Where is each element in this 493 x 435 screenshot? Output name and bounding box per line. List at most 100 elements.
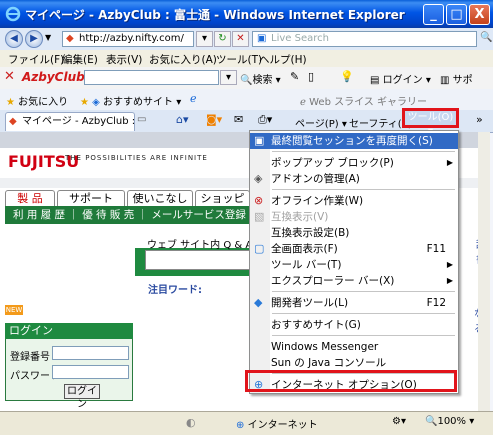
zoom-control[interactable]: 🔍100% ▾ [425,416,474,427]
password-input[interactable] [52,365,129,379]
suggested-sites-button[interactable]: ★ ◈ おすすめサイト ▾ [80,93,181,108]
tools-menu-button[interactable]: ツール(O) ▾ [402,108,459,137]
minimize-button[interactable]: _ [423,4,444,25]
back-button[interactable]: ◀ [5,30,23,48]
azby-search-button[interactable]: 🔍検索 ▾ [240,71,281,86]
site-search-input[interactable] [145,250,250,270]
menu-item[interactable]: Sun の Java コンソール [250,355,458,371]
submenu-arrow-icon: ▶ [446,276,453,285]
menu-item[interactable]: おすすめサイト(G) [250,317,458,333]
search-go-icon[interactable]: 🔍 [478,31,493,47]
menu-item[interactable]: ▧ 互換表示(V) [250,209,458,225]
azby-support-label: サポ [452,75,473,86]
security-dropdown-icon[interactable]: ⚙▾ [392,416,406,427]
live-search-input[interactable]: ▣ Live Search [252,31,477,47]
tab-mypage[interactable]: ◆ マイページ - AzbyClub : ... [5,112,135,131]
maximize-button[interactable]: □ [446,4,467,25]
menu-separator [272,335,455,336]
overflow-chevron-icon[interactable]: » [476,113,483,126]
live-search-icon: ▣ [257,33,267,44]
history-dropdown-icon[interactable]: ▼ [45,33,51,42]
login-icon: ▤ [370,75,380,86]
zoom-icon: 🔍 [425,416,438,427]
rss-icon[interactable]: ◙▾ [206,113,222,126]
star-icon: ★ [6,97,15,108]
ie-page-icon[interactable]: ℯ [190,92,197,105]
nav-tab-support[interactable]: サポート [57,190,125,206]
web-search-tabs[interactable]: ウェブ サイト内 Q & A [147,236,252,251]
azby-toolbar: ✕ AzbyClub ▾ 🔍検索 ▾ ✎ ▯ 💡 ▤ ログイン ▾ ▥ サポ [0,67,493,90]
tab-favicon-icon: ◆ [9,116,17,127]
azby-login-label: ログイン [382,75,423,86]
vertical-scrollbar[interactable] [478,132,490,411]
attention-word-label: 注目ワード: [148,285,202,296]
browser-window: マイページ - AzbyClub : 富士通 - Windows Interne… [0,0,493,435]
menu-item-label: オフライン作業(W) [271,195,364,207]
address-dropdown-button[interactable]: ▾ [196,31,213,47]
login-submit-button[interactable]: ログイン [64,384,100,410]
close-button[interactable]: X [469,4,490,25]
azby-dropdown-button[interactable]: ▾ [220,70,237,85]
menu-edit[interactable]: 編集(E) [62,52,98,67]
menu-item[interactable]: ツール バー(T) ▶ [250,257,458,273]
menu-favorites[interactable]: お気に入り(A) [149,52,217,67]
menu-item-shortcut: F12 [426,297,446,309]
bulb-icon[interactable]: 💡 [340,70,354,83]
offline-icon: ⊗ [254,194,264,207]
nav-tab-products[interactable]: 製 品 [5,190,55,206]
nav-tab-howto[interactable]: 使いこなし [127,190,193,206]
member-number-input[interactable] [52,346,129,360]
azby-logo[interactable]: AzbyClub [22,70,85,84]
menu-item-label: 互換表示設定(B) [271,227,350,239]
member-number-label: 登録番号 [10,352,50,363]
menu-item[interactable]: ◆ 開発者ツール(L) F12 [250,295,458,311]
suggested-sites-label: おすすめサイト [103,97,174,108]
bookmark-icon[interactable]: ▯ [308,70,314,83]
azby-search-input[interactable] [84,70,219,85]
menu-separator [272,313,455,314]
favorites-button[interactable]: ★ お気に入り [6,93,68,108]
address-input[interactable]: ◆ http://azby.nifty.com/ [62,31,194,47]
menu-item-label: エクスプローラー バー(X) [271,275,395,287]
menu-item-label: 最終閲覧セッションを再度開く(S) [271,135,433,147]
page-menu-label: ページ(P) [295,119,339,130]
menu-item-label: おすすめサイト(G) [271,319,361,331]
menu-item[interactable]: エクスプローラー バー(X) ▶ [250,273,458,289]
menu-file[interactable]: ファイル(F) [8,52,64,67]
refresh-button[interactable]: ↻ [214,31,231,47]
menu-item[interactable]: 互換表示設定(B) [250,225,458,241]
nav-tab-shopping[interactable]: ショッピ [195,190,250,206]
web-slice-gallery-link[interactable]: ℯ Web スライス ギャラリー [300,93,427,108]
page-menu-button[interactable]: ページ(P) ▾ [295,115,347,130]
developer-icon: ◆ [254,296,263,309]
menu-tools[interactable]: ツール(T) [216,52,262,67]
service-bar[interactable]: 利 用 履 歴 ｜ 優 待 販 売 ｜ メールサービス登録 ｜ メ [5,206,250,224]
title-bar: マイページ - AzbyClub : 富士通 - Windows Interne… [0,0,493,28]
menu-view[interactable]: 表示(V) [106,52,142,67]
print-icon[interactable]: ⎙▾ [258,113,272,127]
new-tab-icon[interactable]: ▭ [137,114,146,125]
menu-item-label: 開発者ツール(L) [271,297,349,309]
menu-separator [272,151,455,152]
menu-help[interactable]: ヘルプ(H) [259,52,307,67]
menu-item[interactable]: Windows Messenger [250,339,458,355]
menu-item[interactable]: ▢ 全画面表示(F) F11 [250,241,458,257]
home-icon[interactable]: ⌂▾ [176,113,189,126]
menu-item[interactable]: ▣ 最終閲覧セッションを再度開く(S) [250,133,458,149]
tools-dropdown-menu: ▣ 最終閲覧セッションを再度開く(S) ポップアップ ブロック(P) ▶ ◈ アドオンの管… [249,130,459,394]
azby-support-button[interactable]: ▥ サポ [440,71,473,86]
reopen-session-icon: ▣ [254,134,265,147]
menu-item[interactable]: ⊗ オフライン作業(W) [250,193,458,209]
azby-close-icon[interactable]: ✕ [4,69,15,84]
login-heading: ログイン [5,323,133,339]
menu-item[interactable]: ポップアップ ブロック(P) ▶ [250,155,458,171]
menu-item-label: ツール バー(T) [271,259,342,271]
menu-separator [272,291,455,292]
azby-login-button[interactable]: ▤ ログイン ▾ [370,71,431,86]
forward-button[interactable]: ▶ [25,30,43,48]
address-url: http://azby.nifty.com/ [79,33,184,44]
stop-button[interactable]: ✕ [232,31,249,47]
menu-item[interactable]: ◈ アドオンの管理(A) [250,171,458,187]
pencil-icon[interactable]: ✎ [290,70,299,83]
mail-icon[interactable]: ✉ [234,113,243,126]
